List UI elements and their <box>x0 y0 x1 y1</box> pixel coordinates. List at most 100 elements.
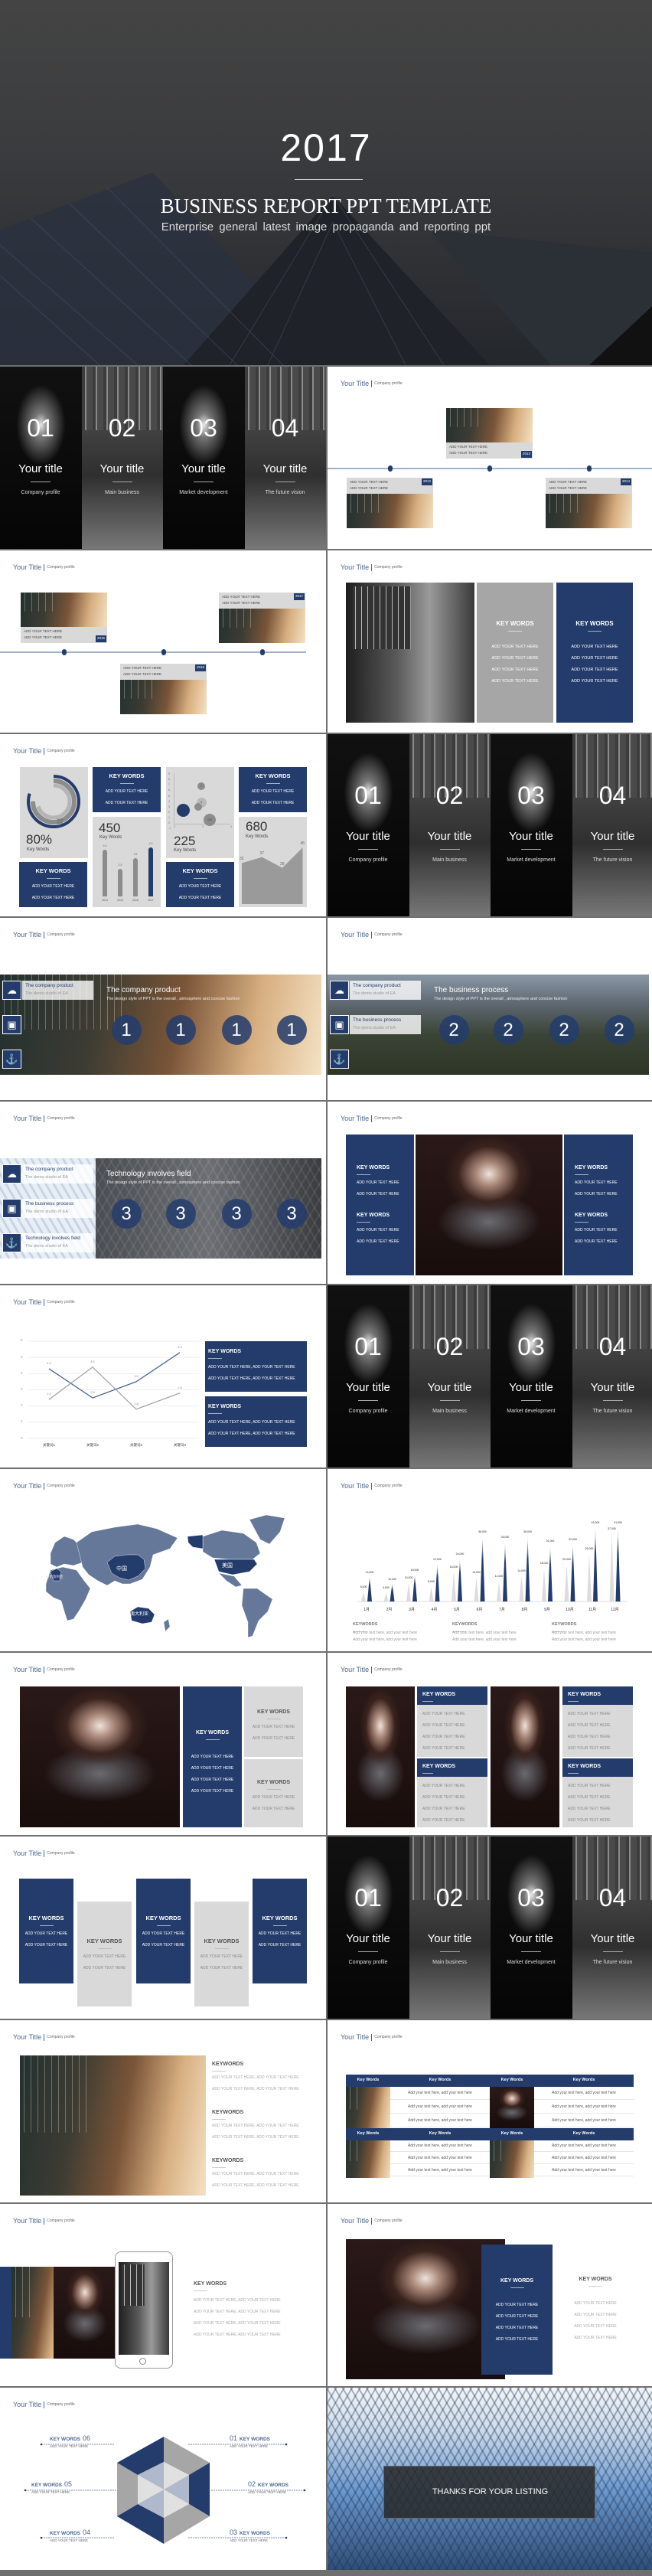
tab-icon-box: ⚓ <box>2 1233 21 1252</box>
keyword-title: KEY WORDS <box>575 1165 608 1170</box>
tab-title: The business process <box>25 1201 74 1206</box>
tab-icon-box: ▣ <box>330 1015 349 1034</box>
keyword-panel: KEY WORDS ADD YOUR TEXT HERE ADD YOUR TEXT… <box>565 2245 626 2375</box>
area-value-label: 45 <box>300 841 305 847</box>
keyword-rule <box>272 1925 287 1926</box>
step-circle[interactable]: 1 <box>165 1015 196 1045</box>
keyword-title: KEYWORDS <box>552 1622 577 1627</box>
keyword-card: KEY WORDS ADD YOUR TEXT HERE, ADD YOUR TE… <box>205 1396 307 1447</box>
hexagon-label: 03 KEY WORDS <box>230 2529 270 2537</box>
hexagon-label: KEY WORDS 06 <box>50 2435 90 2443</box>
step-circle[interactable]: 3 <box>221 1199 252 1229</box>
slide-hexagon-keywords[interactable]: Your Title Company profile 01 KEY WORDS ADD … <box>0 2388 326 2570</box>
photo <box>416 1135 562 1275</box>
slide-monthly-bar-chart[interactable]: Your Title Company profile 5,000 14,000 1月 4,… <box>328 1469 652 1651</box>
slide-business-process[interactable]: Your Title Company profile ☁ ▣ ⚓ The company … <box>328 918 652 1100</box>
slide-timeline-2015-2017[interactable]: Your Title Company profile ADD YOUR TEXT H… <box>0 550 326 733</box>
x-tick-label: 关键词1 <box>42 1443 55 1447</box>
step-circle[interactable]: 3 <box>165 1199 196 1229</box>
step-circle[interactable]: 2 <box>493 1015 523 1045</box>
cell-text: Add your text here, add your text here <box>552 2156 616 2160</box>
slide-line-chart[interactable]: Your Title Company profile 0 1 2 3 4 5 6 关键词1 关键词2… <box>0 1285 326 1468</box>
step-circle[interactable]: 2 <box>549 1015 579 1045</box>
step-circle[interactable]: 2 <box>604 1015 634 1045</box>
slide-section-intro[interactable]: 01 Your title Company profile 02 Your title M… <box>328 1285 652 1468</box>
timeline-year-badge: 2014 <box>620 478 631 485</box>
slide-company-product[interactable]: Your Title Company profile ☁ ▣ ⚓ The company … <box>0 918 326 1100</box>
bar-data-label: 14,000 <box>365 1570 374 1574</box>
table-header-cell: Key Words <box>490 2075 534 2087</box>
section-rule <box>602 1951 623 1952</box>
keyword-title: KEY WORDS <box>35 867 71 874</box>
step-circle[interactable]: 1 <box>221 1015 252 1045</box>
table-photo <box>346 2087 390 2128</box>
keyword-block: KEY WORDS ADD YOUR TEXT HERE ADD YOUR TEXT… <box>562 1686 633 1757</box>
mini-bar-value: 2.5 <box>118 864 122 867</box>
slide-section-intro[interactable]: 01 Your title Company profile 02 Your title M… <box>328 734 652 916</box>
step-circle[interactable]: 2 <box>438 1015 469 1045</box>
slide-header: Your Title Company profile <box>341 2033 403 2041</box>
step-circle[interactable]: 1 <box>111 1015 142 1045</box>
section-column: 02 Your title Main business <box>409 1837 491 2019</box>
bar-data-label: 41,000 <box>591 1521 600 1525</box>
keyword-text: ADD YOUR TEXT HERE <box>142 1943 185 1948</box>
section-description: The future vision <box>592 1960 633 1965</box>
keyword-title: KEY WORDS <box>575 620 614 627</box>
slide-keyword-table[interactable]: Your Title Company profile Key Words Key Wo… <box>328 2020 652 2202</box>
slide-section-intro[interactable]: 01 Your title Company profile 02 Your title M… <box>328 1837 652 2019</box>
keyword-panel: KEY WORDS ADD YOUR TEXT HERE ADD YOUR TEXT… <box>244 1686 303 1757</box>
keyword-panel: KEY WORDS ADD YOUR TEXT HERE ADD YOUR TEXT… <box>346 1135 414 1275</box>
x-tick-label: 11月 <box>588 1608 597 1612</box>
keyword-text: ADD YOUR TEXT HERE <box>495 2314 539 2319</box>
anchor-icon: ⚓ <box>333 1053 346 1065</box>
step-circle[interactable]: 1 <box>276 1015 307 1045</box>
keyword-text: Add your text here, add your text here <box>552 1631 616 1635</box>
keyword-rule <box>508 631 522 632</box>
bar-series-2 <box>480 1536 485 1601</box>
table-cell: Add your text here, add your text here <box>390 2140 490 2152</box>
donut-ring-2017 <box>35 783 72 820</box>
bar-tile: 450 Key Words 4.3 2014 2.5 2015 3.5 2016 4.5 2017 <box>93 817 161 907</box>
side-tab: Technology involves field The demo studio… <box>22 1233 93 1252</box>
keyword-text: Add your text here, add your text here <box>353 1631 417 1635</box>
data-label: 2.5 <box>90 1390 95 1395</box>
section-description: Main business <box>432 857 467 863</box>
block-header: KEY WORDS <box>417 1758 487 1777</box>
data-label: 3.5 <box>134 1373 139 1378</box>
slide-timeline-2012-2014[interactable]: Your Title Company profile ADD YOUR TEXT H… <box>328 367 652 549</box>
keyword-group: KEY WORDS ADD YOUR TEXT HERE ADD YOUR TEXT… <box>346 1165 414 1207</box>
slide-five-keyword-cards[interactable]: Your Title Company profile KEY WORDS ADD YO… <box>0 1837 326 2019</box>
slide-section-intro[interactable]: 01 Your title Company profile 02 Your title M… <box>0 367 326 549</box>
y-tick-label: 2 <box>21 1403 23 1408</box>
tab-icon-box: ⚓ <box>330 1050 349 1069</box>
connector-dot <box>303 2489 306 2492</box>
mini-bar <box>148 847 153 896</box>
slide-photo-keyword-list[interactable]: Your Title Company profile KEYWORDS ADD YOU… <box>0 2020 326 2202</box>
step-circle[interactable]: 3 <box>111 1199 142 1229</box>
slide-kitchen-keywords[interactable]: Your Title Company profile KEY WORDS ADD YO… <box>0 1653 326 1835</box>
bar-data-label: 8,000 <box>428 1579 435 1583</box>
slide-folded-panel[interactable]: Your Title Company profile KEY WORDS ADD YO… <box>328 2204 652 2386</box>
step-circle[interactable]: 3 <box>276 1199 307 1229</box>
connector-dot <box>285 2536 288 2539</box>
slide-phone-mockup[interactable]: Your Title Company profile KEY WORDS ADD YO… <box>0 2204 326 2386</box>
keyword-text: ADD YOUR TEXT HERE, ADD YOUR TEXT HERE <box>212 2135 299 2140</box>
slide-technology-field[interactable]: Your Title Company profile ☁ ▣ ⚓ The company … <box>0 1102 326 1284</box>
keyword-title: KEY WORDS <box>195 1730 230 1735</box>
cloud-icon: ☁ <box>334 984 344 996</box>
keyword-text: ADD YOUR TEXT HERE <box>191 1766 234 1771</box>
feature-band: ☁ ▣ ⚓ The company product The demo studio of… <box>328 975 649 1075</box>
bars-label: Key Words <box>99 835 122 840</box>
slide-keywords-photo[interactable]: Your Title Company profile KEY WORDS ADD YO… <box>328 550 652 733</box>
slide-keywords-kitchen[interactable]: Your Title Company profile KEY WORDS ADD YO… <box>328 1102 652 1284</box>
slide-photo-keyword-grid[interactable]: Your Title Company profile KEY WORDS ADD YO… <box>328 1653 652 1835</box>
slide-world-map[interactable]: Your Title Company profile 中国 美国 澳大利亚 阿尔及利亚 <box>0 1469 326 1651</box>
slide-thanks[interactable]: THANKS FOR YOUR LISTING <box>328 2388 652 2570</box>
section-rule <box>521 1951 541 1952</box>
slide-dashboard[interactable]: Your Title Company profile 2015 2016 2017 80… <box>0 734 326 916</box>
bar-series-1 <box>361 1592 366 1601</box>
timeline-text: ADD YOUR TEXT HERE <box>222 601 261 605</box>
table-header-cell: Key Words <box>390 2075 490 2087</box>
section-rule <box>602 1400 623 1401</box>
mini-bar-value: 4.3 <box>103 844 107 847</box>
